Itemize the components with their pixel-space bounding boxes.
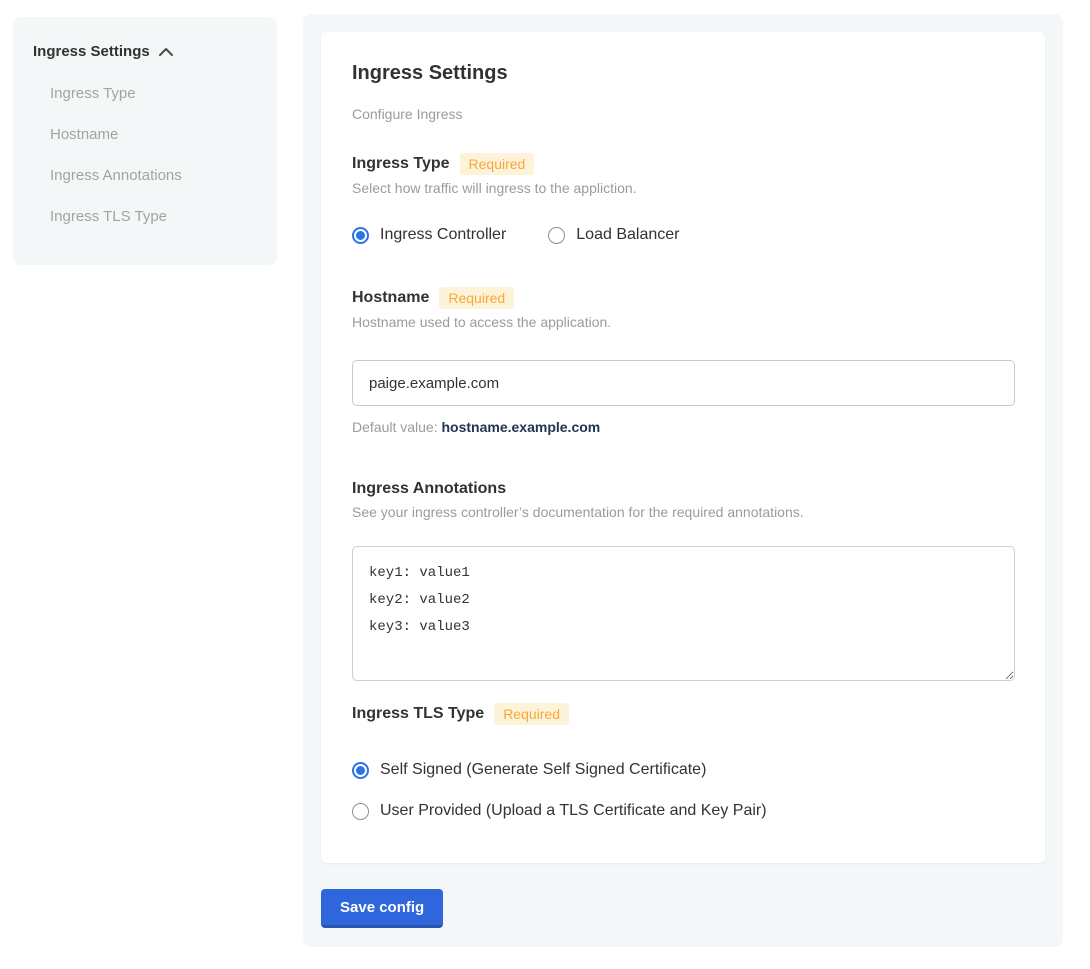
sidebar-item-list: Ingress Type Hostname Ingress Annotation… [50,85,257,225]
sidebar-item-ingress-type[interactable]: Ingress Type [50,85,257,102]
group-label-ingress-type: Ingress Type [352,154,450,174]
radio-label: User Provided (Upload a TLS Certificate … [380,802,767,820]
ingress-annotations-textarea[interactable]: key1: value1 key2: value2 key3: value3 [352,546,1015,681]
group-ingress-annotations: Ingress Annotations See your ingress con… [352,479,1014,681]
group-hostname: Hostname Required Hostname used to acces… [352,287,1014,435]
required-badge: Required [460,153,535,175]
sidebar-item-ingress-annotations[interactable]: Ingress Annotations [50,167,257,184]
sidebar-group-title: Ingress Settings [33,43,150,60]
radio-unselected-icon[interactable] [548,227,565,244]
group-label-hostname: Hostname [352,288,429,308]
hostname-default-line: Default value: hostname.example.com [352,419,1014,435]
hostname-input[interactable] [352,360,1015,406]
default-value-prefix: Default value: [352,419,438,435]
sidebar-group-ingress-settings[interactable]: Ingress Settings [33,43,257,60]
radio-label: Load Balancer [576,226,679,244]
save-config-button[interactable]: Save config [321,889,443,928]
group-ingress-tls-type: Ingress TLS Type Required Self Signed (G… [352,703,1014,820]
required-badge: Required [494,703,569,725]
group-label-ingress-tls-type: Ingress TLS Type [352,704,484,724]
group-help-hostname: Hostname used to access the application. [352,314,1014,330]
group-label-ingress-annotations: Ingress Annotations [352,479,506,499]
radio-option-load-balancer[interactable]: Load Balancer [548,226,679,244]
default-value: hostname.example.com [442,419,601,435]
group-help-ingress-type: Select how traffic will ingress to the a… [352,180,1014,196]
group-help-ingress-annotations: See your ingress controller’s documentat… [352,504,1014,520]
chevron-up-icon [158,46,174,58]
radio-option-self-signed[interactable]: Self Signed (Generate Self Signed Certif… [352,761,1014,779]
page-subtitle: Configure Ingress [352,106,1014,122]
config-card: Ingress Settings Configure Ingress Ingre… [321,32,1045,863]
radio-selected-icon[interactable] [352,227,369,244]
radio-unselected-icon[interactable] [352,803,369,820]
tls-type-options: Self Signed (Generate Self Signed Certif… [352,761,1014,820]
radio-option-ingress-controller[interactable]: Ingress Controller [352,226,506,244]
config-panel: Ingress Settings Configure Ingress Ingre… [303,14,1063,947]
radio-option-user-provided[interactable]: User Provided (Upload a TLS Certificate … [352,802,1014,820]
radio-label: Ingress Controller [380,226,506,244]
radio-label: Self Signed (Generate Self Signed Certif… [380,761,706,779]
required-badge: Required [439,287,514,309]
group-ingress-type: Ingress Type Required Select how traffic… [352,153,1014,244]
ingress-type-options: Ingress Controller Load Balancer [352,226,1014,244]
sidebar-item-ingress-tls-type[interactable]: Ingress TLS Type [50,208,257,225]
config-sidebar: Ingress Settings Ingress Type Hostname I… [13,17,277,265]
radio-selected-icon[interactable] [352,762,369,779]
sidebar-item-hostname[interactable]: Hostname [50,126,257,143]
page-title: Ingress Settings [352,62,1014,85]
